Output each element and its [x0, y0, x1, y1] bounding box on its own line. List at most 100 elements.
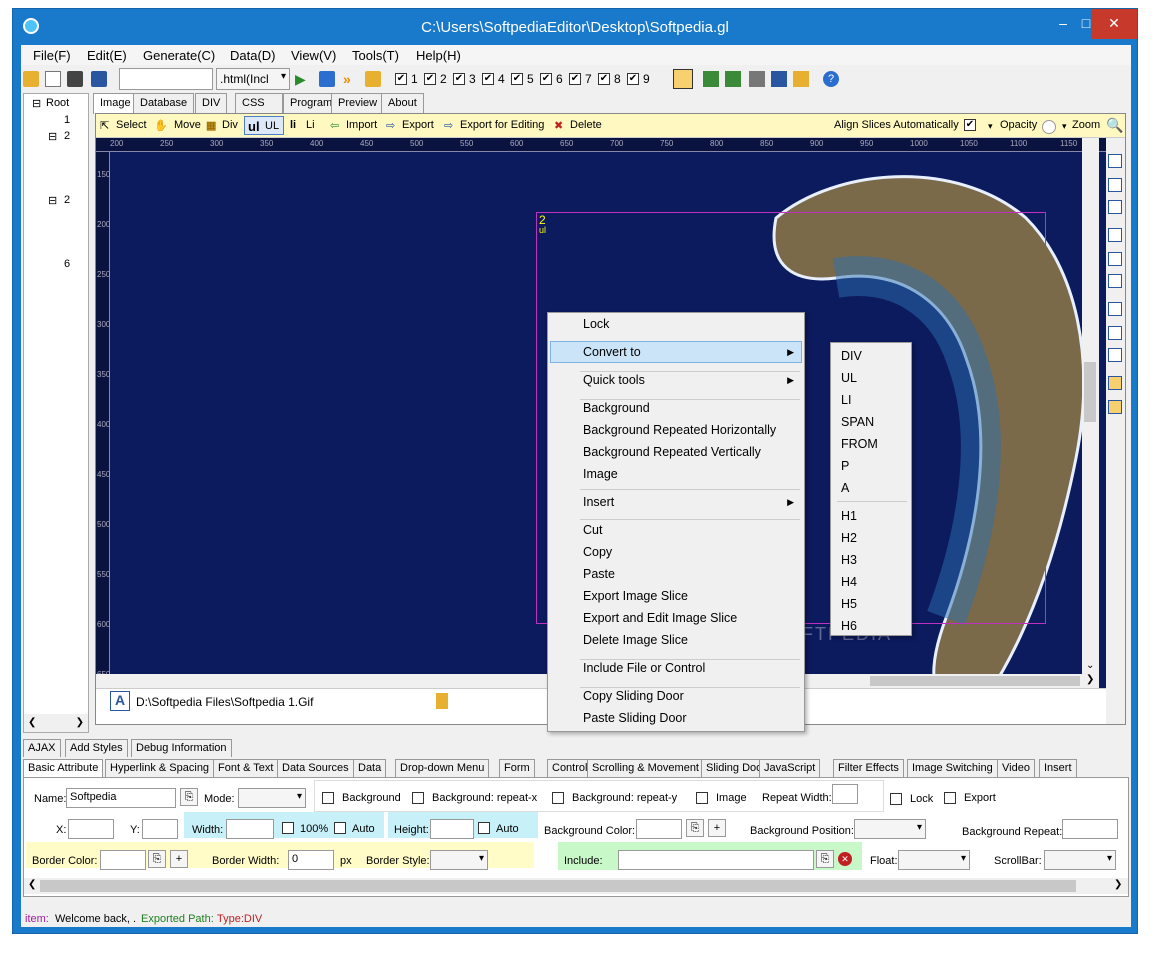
context-menu-item[interactable]: Image — [583, 467, 618, 481]
context-menu-item[interactable]: Paste Sliding Door — [583, 711, 687, 725]
bottom-tab[interactable]: Image Switching — [907, 759, 998, 777]
opacity-circle[interactable] — [1042, 120, 1056, 134]
fit-icon[interactable] — [1108, 348, 1122, 362]
submenu-item[interactable]: UL — [841, 371, 857, 385]
bg-color-picker-icon[interactable]: ⎘ — [686, 819, 704, 837]
context-menu-item[interactable]: Quick tools — [583, 373, 645, 387]
context-menu-item[interactable]: Include File or Control — [583, 661, 705, 675]
repeat-width-input[interactable] — [832, 784, 858, 804]
menu-help[interactable]: Help(H) — [416, 48, 461, 63]
tree-icon[interactable] — [725, 71, 741, 87]
cursor-icon[interactable]: ⇱ — [100, 119, 109, 132]
tab-debug-information[interactable]: Debug Information — [131, 739, 232, 757]
context-menu-item[interactable]: Export and Edit Image Slice — [583, 611, 737, 625]
tree-hscroll[interactable]: ❮ ❯ — [24, 714, 88, 732]
canvas-vscroll[interactable]: ⌄ — [1082, 138, 1099, 674]
context-menu-item[interactable]: Cut — [583, 523, 602, 537]
export-edit-button[interactable]: Export for Editing — [460, 119, 544, 131]
print-icon[interactable] — [67, 71, 83, 87]
context-menu-item[interactable]: Background Repeated Vertically — [583, 445, 761, 459]
name-picker-icon[interactable]: ⎘ — [180, 788, 198, 806]
browse-folder-icon[interactable] — [436, 693, 448, 709]
tree-collapse-icon[interactable]: ⊟ — [32, 97, 41, 110]
properties-icon[interactable] — [793, 71, 809, 87]
close-button[interactable]: ✕ — [1091, 9, 1137, 39]
tab-preview[interactable]: Preview — [331, 93, 385, 113]
mode-select[interactable] — [238, 788, 306, 808]
run-icon[interactable] — [319, 71, 335, 87]
lock-checkbox[interactable] — [890, 793, 902, 805]
submenu-item[interactable]: H1 — [841, 509, 857, 523]
delete-icon[interactable]: ✖ — [554, 119, 563, 132]
layout-icon[interactable] — [673, 69, 693, 89]
submenu-item[interactable]: SPAN — [841, 415, 874, 429]
border-width-input[interactable]: 0 — [288, 850, 334, 870]
play-icon[interactable]: ▶ — [295, 71, 311, 87]
toolbar-checkbox[interactable]: ✔ — [482, 73, 494, 85]
minimize-button[interactable]: – — [1051, 9, 1075, 39]
context-menu-item[interactable]: Paste — [583, 567, 615, 581]
distribute-h-icon[interactable] — [1108, 302, 1122, 316]
align-center-icon[interactable] — [1108, 178, 1122, 192]
submenu-item[interactable]: DIV — [841, 349, 862, 363]
scroll-left-icon[interactable]: ❮ — [28, 879, 36, 890]
image-checkbox[interactable] — [696, 792, 708, 804]
vscroll-thumb[interactable] — [1084, 362, 1096, 422]
tree-root[interactable]: Root — [46, 97, 69, 109]
bg-color-add-button[interactable]: + — [708, 819, 726, 837]
bottom-tab[interactable]: Data — [353, 759, 387, 777]
link-icon[interactable] — [749, 71, 765, 87]
bottom-tab[interactable]: Video — [997, 759, 1035, 777]
border-color-input[interactable] — [100, 850, 146, 870]
export-button[interactable]: Export — [402, 119, 434, 131]
table-icon[interactable] — [771, 71, 787, 87]
delete-button[interactable]: Delete — [570, 119, 602, 131]
context-menu-item[interactable]: Background — [583, 401, 650, 415]
toolbar-checkbox[interactable]: ✔ — [540, 73, 552, 85]
props-hscroll[interactable]: ❮ ❯ — [24, 878, 1128, 894]
bg-repeat-select[interactable] — [1062, 819, 1118, 839]
tab-ajax[interactable]: AJAX — [23, 739, 61, 757]
menu-file[interactable]: File(F) — [33, 48, 71, 63]
tree-item[interactable]: 1 — [64, 114, 70, 126]
border-color-add-button[interactable]: + — [170, 850, 188, 868]
align-middle-icon[interactable] — [1108, 252, 1122, 266]
zoom-icon[interactable]: 🔍 — [1106, 117, 1123, 134]
scroll-right-icon[interactable]: ❯ — [1114, 879, 1122, 890]
import-icon[interactable]: ⇦ — [330, 119, 339, 132]
submenu-item[interactable]: H5 — [841, 597, 857, 611]
border-color-picker-icon[interactable]: ⎘ — [148, 850, 166, 868]
include-clear-icon[interactable]: ✕ — [838, 852, 852, 866]
props-hscroll-thumb[interactable] — [40, 880, 1076, 892]
zoom-dropdown-icon[interactable]: ▾ — [1062, 121, 1067, 132]
context-menu-item[interactable]: Export Image Slice — [583, 589, 688, 603]
submenu-item[interactable]: A — [841, 481, 849, 495]
menu-view[interactable]: View(V) — [291, 48, 336, 63]
save-icon[interactable] — [91, 71, 107, 87]
toolbar-checkbox[interactable]: ✔ — [511, 73, 523, 85]
tab-add-styles[interactable]: Add Styles — [65, 739, 128, 757]
export-edit-icon[interactable]: ⇨ — [444, 119, 453, 132]
bottom-tab[interactable]: Basic Attribute — [23, 759, 104, 777]
toolbar-checkbox[interactable]: ✔ — [395, 73, 407, 85]
context-menu-item[interactable]: Insert — [583, 495, 614, 509]
tab-image[interactable]: Image — [93, 93, 138, 114]
export-checkbox[interactable] — [944, 792, 956, 804]
select-tool[interactable]: Select — [116, 119, 147, 131]
tab-div[interactable]: DIV — [195, 93, 228, 113]
li-tool[interactable]: Li — [306, 119, 315, 131]
menu-edit[interactable]: Edit(E) — [87, 48, 127, 63]
submenu-item[interactable]: LI — [841, 393, 851, 407]
submenu-item[interactable]: FROM — [841, 437, 878, 451]
context-menu-item[interactable]: Copy Sliding Door — [583, 689, 684, 703]
submenu-item[interactable]: H6 — [841, 619, 857, 633]
align-left-icon[interactable] — [1108, 154, 1122, 168]
open-folder-icon[interactable] — [23, 71, 39, 87]
hand-icon[interactable]: ✋ — [154, 119, 168, 132]
tab-database[interactable]: Database — [133, 93, 195, 113]
export-icon[interactable]: ⇨ — [386, 119, 395, 132]
toolbar-checkbox[interactable]: ✔ — [598, 73, 610, 85]
opacity-dropdown-icon[interactable]: ▾ — [988, 121, 993, 132]
x-input[interactable] — [68, 819, 114, 839]
distribute-v-icon[interactable] — [1108, 326, 1122, 340]
